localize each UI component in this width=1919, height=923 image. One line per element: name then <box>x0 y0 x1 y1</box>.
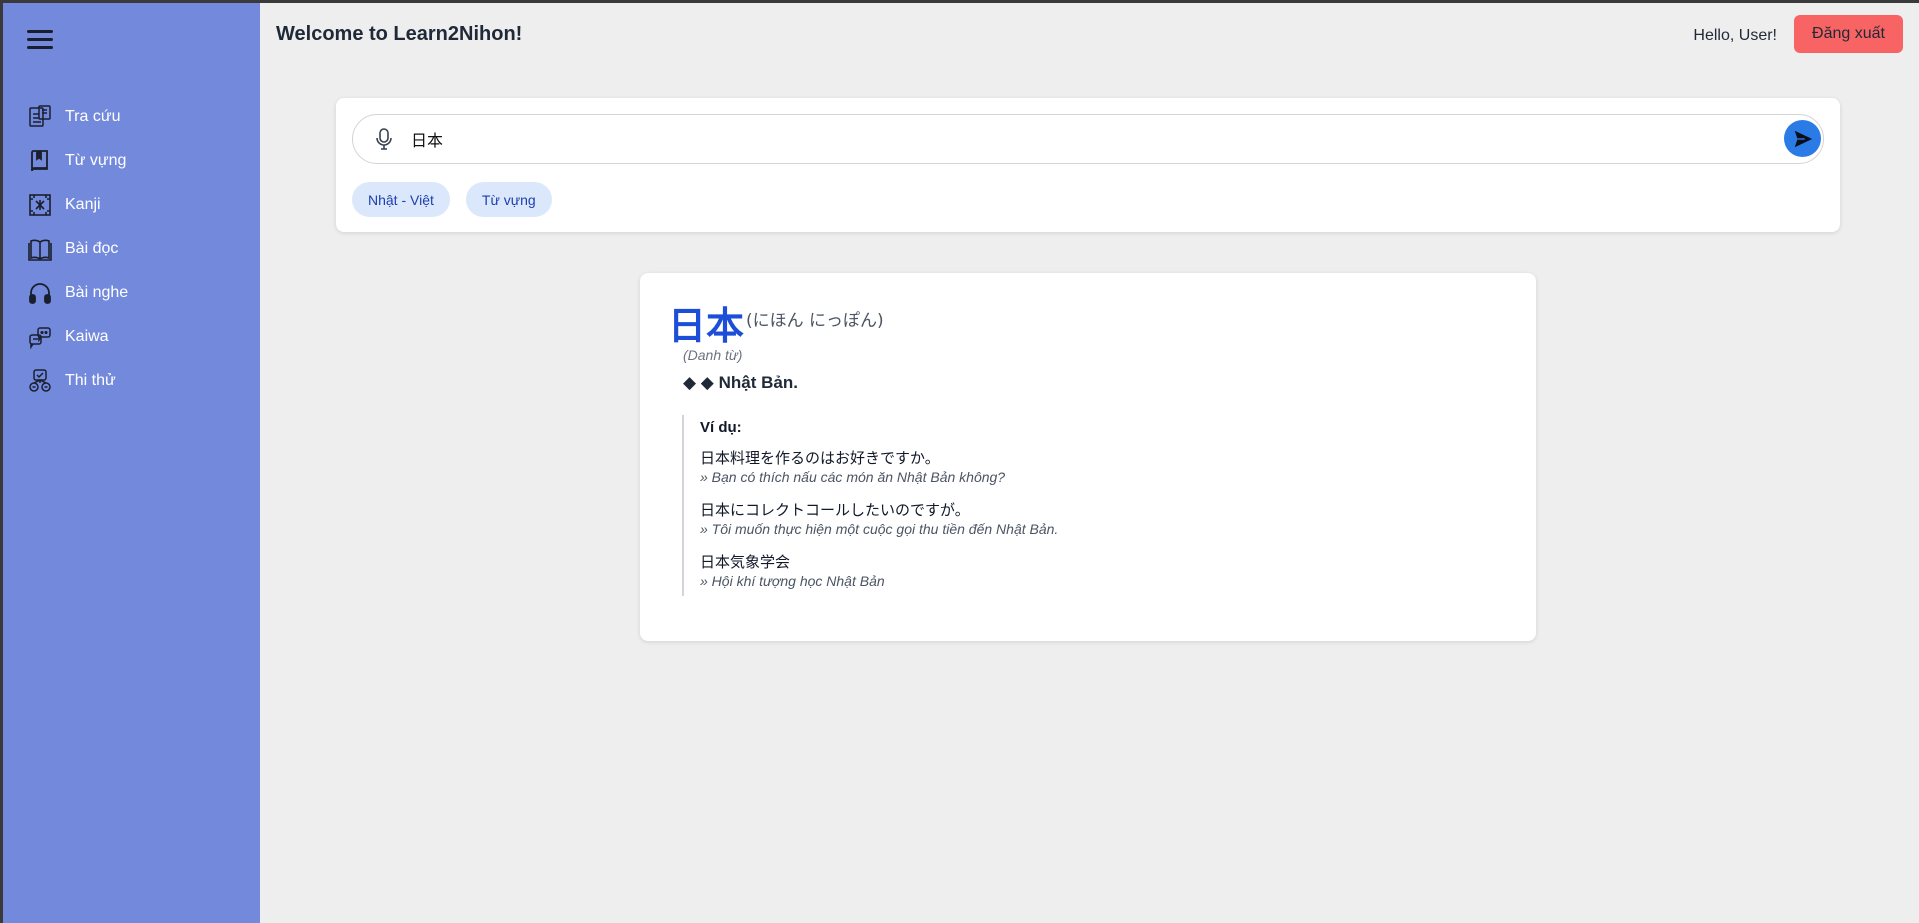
result-reading: (にほん にっぽん) <box>746 311 884 331</box>
search-bar <box>352 114 1824 164</box>
user-greeting: Hello, User! <box>1693 27 1777 44</box>
example-japanese: 日本にコレクトコールしたいのですが。 <box>700 501 970 519</box>
example-translation: » Bạn có thích nấu các món ăn Nhật Bản k… <box>700 469 1006 485</box>
example-japanese: 日本料理を作るのはお好きですか。 <box>700 449 940 467</box>
microphone-icon[interactable] <box>373 127 395 151</box>
result-meaning: ◆ ◆ Nhật Bản. <box>683 373 798 392</box>
result-card: 日本 (にほん にっぽん) (Danh từ) ◆ ◆ Nhật Bản. Ví… <box>640 273 1536 641</box>
search-input[interactable] <box>409 123 1771 155</box>
top-header: Welcome to Learn2Nihon! Hello, User! Đăn… <box>260 3 1919 69</box>
sidebar-item-tu-vung[interactable]: Từ vựng <box>3 139 260 183</box>
sidebar-item-label: Thi thử <box>65 372 116 389</box>
sidebar: Tra cứu Từ vựng Kanji Bài đọc Bài nghe K… <box>3 3 260 923</box>
result-word: 日本 <box>668 304 745 348</box>
kanji-icon <box>27 192 53 218</box>
dictionary-icon <box>27 104 53 130</box>
quiz-icon <box>27 368 53 394</box>
sidebar-item-label: Từ vựng <box>65 152 127 169</box>
sidebar-item-tra-cuu[interactable]: Tra cứu <box>3 95 260 139</box>
app-window: Tra cứu Từ vựng Kanji Bài đọc Bài nghe K… <box>3 3 1919 923</box>
example-translation: » Tôi muốn thực hiện một cuộc gọi thu ti… <box>700 521 1059 537</box>
sidebar-item-bai-nghe[interactable]: Bài nghe <box>3 271 260 315</box>
logout-button[interactable]: Đăng xuất <box>1794 15 1903 53</box>
example-item: 日本料理を作るのはお好きですか。 » Bạn có thích nấu các … <box>700 448 1480 486</box>
page-title: Welcome to Learn2Nihon! <box>276 23 523 45</box>
sidebar-item-thi-thu[interactable]: Thi thử <box>3 359 260 403</box>
book-icon <box>27 148 53 174</box>
chat-icon <box>27 324 53 350</box>
sidebar-item-label: Bài đọc <box>65 240 119 257</box>
example-item: 日本気象学会 » Hội khí tượng học Nhật Bản <box>700 552 1480 590</box>
open-book-icon <box>27 236 53 262</box>
example-translation: » Hội khí tượng học Nhật Bản <box>700 573 885 589</box>
examples-title: Ví dụ: <box>700 419 742 436</box>
sidebar-item-kanji[interactable]: Kanji <box>3 183 260 227</box>
headphones-icon <box>27 280 53 306</box>
menu-icon[interactable] <box>27 30 53 50</box>
sidebar-item-label: Bài nghe <box>65 284 129 301</box>
examples-block: Ví dụ: 日本料理を作るのはお好きですか。 » Bạn có thích n… <box>682 415 1480 596</box>
search-panel: Nhật - Việt Từ vựng <box>336 98 1840 232</box>
sidebar-item-bai-doc[interactable]: Bài đọc <box>3 227 260 271</box>
sidebar-item-kaiwa[interactable]: Kaiwa <box>3 315 260 359</box>
sidebar-item-label: Kaiwa <box>65 328 109 345</box>
search-options: Nhật - Việt Từ vựng <box>352 182 568 217</box>
send-button[interactable] <box>1784 120 1821 157</box>
sidebar-item-label: Kanji <box>65 196 101 213</box>
sidebar-item-label: Tra cứu <box>65 108 121 125</box>
chip-search-category[interactable]: Từ vựng <box>465 182 552 217</box>
sidebar-nav: Tra cứu Từ vựng Kanji Bài đọc Bài nghe K… <box>3 95 260 403</box>
example-japanese: 日本気象学会 <box>700 553 791 571</box>
chip-dictionary-type[interactable]: Nhật - Việt <box>352 182 450 217</box>
example-item: 日本にコレクトコールしたいのですが。 » Tôi muốn thực hiện … <box>700 500 1480 538</box>
part-of-speech: (Danh từ) <box>683 347 743 363</box>
send-icon <box>1794 130 1812 147</box>
